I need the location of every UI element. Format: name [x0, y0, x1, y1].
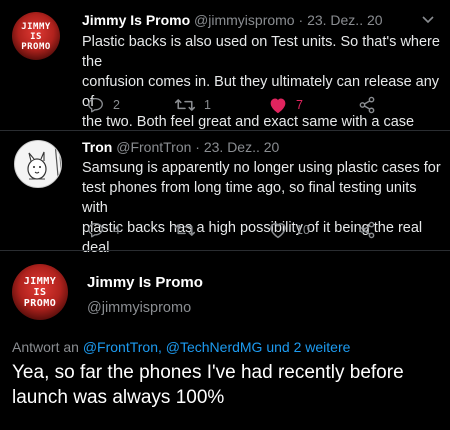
reply-prefix: Antwort an: [12, 339, 83, 355]
avatar-logo-line: PROMO: [21, 42, 51, 52]
tweet-text-line: test phones from long time ago, so final…: [82, 180, 417, 216]
author-name-row: Jimmy Is Promo: [87, 274, 203, 291]
retweet-icon: [174, 224, 196, 236]
tweet-date[interactable]: 23. Dez.. 20: [204, 139, 280, 155]
author-name[interactable]: Jimmy Is Promo: [87, 274, 203, 291]
tweet-text: Yea, so far the phones I've had recently…: [12, 360, 442, 410]
reply-to-links[interactable]: @FrontTron, @TechNerdMG: [83, 339, 263, 355]
tweet-text-line: launch was always 100%: [12, 387, 225, 408]
retweet-button[interactable]: [174, 221, 204, 239]
main-tweet[interactable]: JIMMY IS PROMO Jimmy Is Promo @jimmyispr…: [0, 250, 450, 430]
share-button[interactable]: [358, 221, 376, 239]
author-name[interactable]: Jimmy Is Promo: [82, 12, 190, 28]
author-handle[interactable]: @jimmyispromo: [87, 300, 191, 316]
reply-count: 4: [113, 223, 120, 237]
tweet-header: Jimmy Is Promo @jimmyispromo · 23. Dez..…: [82, 12, 383, 28]
tweet-text: Plastic backs is also used on Test units…: [82, 32, 444, 132]
reply-icon: [88, 97, 103, 113]
heart-icon: [270, 98, 286, 114]
reply-count: 2: [113, 98, 120, 112]
tweet-text-line: Yea, so far the phones I've had recently…: [12, 362, 404, 383]
tweet-date[interactable]: 23. Dez.. 20: [307, 12, 383, 28]
reply-context: Antwort an @FrontTron, @TechNerdMG und 2…: [12, 339, 350, 355]
like-button[interactable]: 10: [268, 221, 310, 239]
avatar-logo-line: PROMO: [23, 298, 57, 309]
reply-button[interactable]: 2: [86, 96, 120, 114]
author-handle[interactable]: @jimmyispromo: [194, 12, 295, 28]
separator-dot: ·: [298, 12, 304, 28]
retweet-count: 1: [204, 98, 211, 112]
author-handle[interactable]: @FrontTron: [116, 139, 191, 155]
heart-icon: [270, 223, 286, 239]
like-count: 7: [296, 98, 303, 112]
avatar-logo-line: IS: [30, 32, 42, 42]
reply-button[interactable]: 4: [86, 221, 120, 239]
avatar-logo-line: JIMMY: [21, 22, 51, 32]
retweet-button[interactable]: 1: [174, 96, 211, 114]
share-icon: [359, 96, 375, 114]
avatar[interactable]: [14, 140, 62, 188]
chevron-down-icon[interactable]: [421, 14, 435, 28]
avatar-drawing: [27, 142, 61, 187]
share-icon: [359, 221, 375, 239]
avatar[interactable]: JIMMY IS PROMO: [12, 264, 68, 320]
separator-dot: ·: [195, 139, 200, 155]
avatar-logo-line: IS: [33, 287, 47, 298]
tweet-text-line: Plastic backs is also used on Test units…: [82, 34, 440, 70]
tweet-header: Tron @FrontTron · 23. Dez.. 20: [82, 139, 279, 155]
avatar-logo-line: JIMMY: [23, 276, 57, 287]
tweet-actions: 2 1 7: [82, 94, 442, 116]
retweet-icon: [174, 99, 196, 111]
tweet-actions: 4 10: [82, 220, 442, 242]
like-button[interactable]: 7: [268, 96, 303, 114]
tweet[interactable]: Tron @FrontTron · 23. Dez.. 20 Samsung i…: [0, 130, 450, 256]
reply-icon: [88, 222, 103, 238]
avatar[interactable]: JIMMY IS PROMO: [12, 12, 60, 60]
author-name[interactable]: Tron: [82, 139, 112, 155]
reply-suffix[interactable]: und 2 weitere: [262, 339, 350, 355]
share-button[interactable]: [358, 96, 376, 114]
like-count: 10: [296, 223, 310, 237]
tweet-text-line: Samsung is apparently no longer using pl…: [82, 160, 441, 176]
tweet-text: Samsung is apparently no longer using pl…: [82, 158, 444, 258]
tweet[interactable]: JIMMY IS PROMO Jimmy Is Promo @jimmyispr…: [0, 0, 450, 130]
